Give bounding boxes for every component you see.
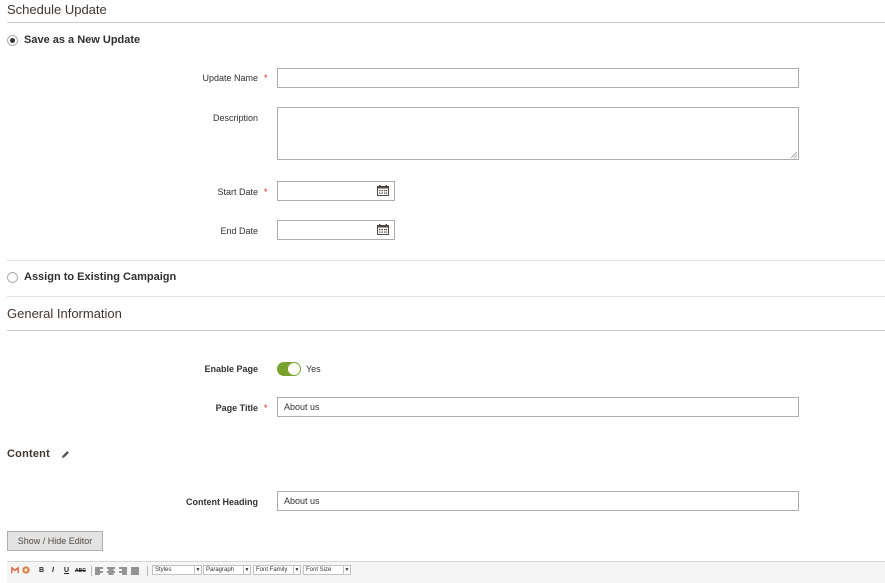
magento-widget-icon[interactable] (11, 566, 19, 574)
page-title-label: Page Title (215, 403, 258, 413)
description-label: Description (212, 113, 258, 123)
font-family-dropdown-label: Font Family (256, 567, 288, 573)
schedule-update-title: Schedule Update (7, 2, 107, 17)
styles-dropdown-label: Styles (155, 567, 172, 573)
toolbar-separator (147, 566, 148, 576)
content-section-title[interactable]: Content (7, 448, 50, 460)
pencil-icon[interactable] (61, 450, 70, 459)
chevron-down-icon: ▼ (194, 566, 201, 574)
chevron-down-icon: ▼ (243, 566, 250, 574)
content-heading-label: Content Heading (186, 497, 258, 507)
italic-button[interactable]: I (52, 567, 54, 575)
update-name-input[interactable] (277, 68, 799, 88)
radio-selected-dot (10, 38, 15, 43)
font-size-dropdown[interactable]: Font Size ▼ (303, 565, 351, 575)
chevron-down-icon: ▼ (343, 566, 350, 574)
show-hide-editor-button[interactable]: Show / Hide Editor (7, 531, 103, 551)
resize-grip-icon[interactable] (791, 152, 797, 158)
enable-page-value: Yes (306, 364, 321, 374)
end-date-label: End Date (220, 226, 258, 236)
general-top-divider (7, 296, 885, 297)
start-date-label: Start Date (217, 187, 258, 197)
description-textarea[interactable] (277, 107, 799, 160)
schedule-options-divider (7, 260, 885, 261)
align-right-icon[interactable] (119, 567, 127, 575)
align-center-icon[interactable] (107, 567, 115, 575)
bold-button[interactable]: B (39, 567, 44, 575)
format-dropdown[interactable]: Paragraph ▼ (203, 565, 251, 575)
strikethrough-button[interactable]: ABC (75, 567, 86, 575)
save-as-new-update-radio[interactable] (7, 35, 18, 46)
page-title-input[interactable]: About us (277, 397, 799, 417)
assign-existing-campaign-label[interactable]: Assign to Existing Campaign (24, 271, 176, 283)
toggle-knob (288, 363, 300, 375)
update-name-label: Update Name (202, 73, 258, 83)
end-date-calendar-icon[interactable] (377, 224, 389, 235)
page-title-required-mark: * (264, 403, 268, 413)
chevron-down-icon: ▼ (293, 566, 300, 574)
styles-dropdown[interactable]: Styles ▼ (152, 565, 202, 575)
save-as-new-update-label[interactable]: Save as a New Update (24, 34, 140, 46)
underline-button[interactable]: U (64, 567, 69, 575)
insert-image-icon[interactable] (22, 566, 30, 574)
assign-existing-campaign-radio[interactable] (7, 272, 18, 283)
toolbar-separator (91, 566, 92, 576)
format-dropdown-label: Paragraph (206, 567, 235, 573)
start-date-required-mark: * (264, 187, 268, 197)
start-date-calendar-icon[interactable] (377, 185, 389, 196)
enable-page-toggle[interactable] (277, 362, 301, 376)
font-size-dropdown-label: Font Size (306, 567, 332, 573)
general-information-title: General Information (7, 306, 122, 321)
align-justify-icon[interactable] (131, 567, 139, 575)
enable-page-label: Enable Page (204, 364, 258, 374)
align-left-icon[interactable] (95, 567, 103, 575)
wysiwyg-toolbar: B I U ABC Styles ▼ Paragraph ▼ Font Fami… (7, 561, 885, 583)
schedule-update-divider (7, 22, 885, 23)
update-name-required-mark: * (264, 73, 268, 83)
content-heading-input[interactable]: About us (277, 491, 799, 511)
general-information-divider (7, 330, 885, 331)
font-family-dropdown[interactable]: Font Family ▼ (253, 565, 301, 575)
